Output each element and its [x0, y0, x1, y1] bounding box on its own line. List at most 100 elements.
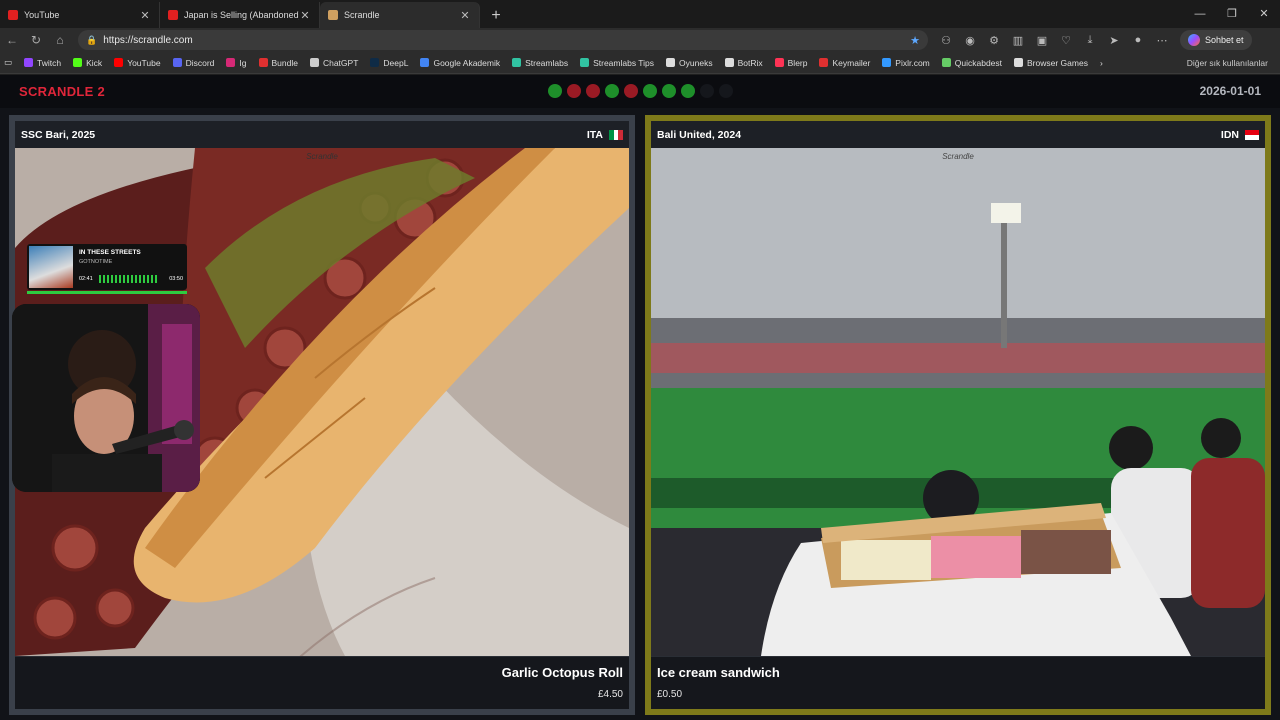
- card-footer: Ice cream sandwich £0.50: [651, 657, 1265, 709]
- bookmark-item[interactable]: Streamlabs Tips: [580, 58, 654, 68]
- streamer-webcam: [12, 304, 200, 492]
- scrandle-logo[interactable]: SCRANDLE 2: [19, 84, 105, 99]
- card-footer: Garlic Octopus Roll £4.50: [15, 657, 629, 709]
- game-date: 2026-01-01: [1199, 84, 1261, 98]
- address-bar: ← ↻ ⌂ 🔒 https://scrandle.com ★ ⚇ ◉ ⚙ ▥ ▣…: [0, 28, 1280, 52]
- album-art: [29, 246, 73, 288]
- minimize-icon[interactable]: —: [1184, 0, 1216, 28]
- tab-title: Japan is Selling (Abandoned) Hou: [184, 10, 299, 20]
- round-dot: [662, 84, 676, 98]
- apps-icon[interactable]: ▭: [4, 57, 12, 68]
- bookmark-icon: [172, 58, 182, 67]
- bookmark-item[interactable]: DeepL: [370, 58, 408, 68]
- bookmark-item[interactable]: Blerp: [774, 57, 808, 68]
- bookmark-label: Quickabdest: [954, 57, 1003, 68]
- close-icon[interactable]: ✕: [299, 9, 311, 22]
- extensions-icon[interactable]: ⚙: [982, 34, 1006, 47]
- bookmark-item[interactable]: Keymailer: [819, 58, 870, 68]
- bookmark-item[interactable]: YouTube: [114, 57, 161, 68]
- bookmark-icon: [420, 58, 430, 67]
- bookmark-icon: [666, 58, 676, 67]
- tab-strip: YouTube ✕ Japan is Selling (Abandoned) H…: [0, 0, 1280, 28]
- food-price: £0.50: [657, 689, 683, 700]
- copilot-button[interactable]: Sohbet et: [1180, 30, 1252, 50]
- scrandle-icon: [328, 10, 338, 20]
- share-icon[interactable]: ➤: [1102, 34, 1126, 47]
- close-icon[interactable]: ✕: [139, 9, 151, 22]
- bookmark-item[interactable]: Kick: [73, 58, 102, 68]
- youtube-icon: [168, 10, 178, 20]
- bookmark-label: YouTube: [127, 57, 161, 68]
- bookmark-item[interactable]: Ig: [226, 58, 247, 68]
- bookmarks-bar: ▭ Twitch Kick YouTube Discord Ig Bundle ChatGPT…: [0, 52, 1280, 74]
- tab-youtube[interactable]: YouTube ✕: [0, 2, 160, 28]
- bookmark-label: ChatGPT: [322, 57, 359, 68]
- download-icon[interactable]: ⤓: [1078, 34, 1102, 47]
- url-input[interactable]: 🔒 https://scrandle.com ★: [78, 30, 928, 50]
- restore-icon[interactable]: ❐: [1216, 0, 1248, 28]
- round-dot: [681, 84, 695, 98]
- tab-title: YouTube: [24, 10, 60, 20]
- card-source: SSC Bari, 2025: [21, 128, 96, 141]
- bookmark-icon: [941, 58, 951, 67]
- bookmark-label: Kick: [86, 57, 103, 68]
- round-dot: [624, 84, 638, 98]
- now-playing-widget: IN THESE STREETS GOTNOTIME 02:41 03:50: [27, 244, 187, 294]
- read-aloud-icon[interactable]: ◉: [958, 34, 982, 47]
- bookmark-item[interactable]: Twitch: [24, 58, 61, 68]
- favorite-star-icon[interactable]: ★: [910, 34, 920, 47]
- bookmark-label: Twitch: [37, 57, 62, 68]
- lock-icon[interactable]: 🔒: [86, 35, 97, 46]
- bookmark-label: Keymailer: [832, 57, 871, 68]
- card-header: SSC Bari, 2025 ITA: [15, 121, 629, 148]
- bookmark-label: Pixlr.com: [895, 57, 930, 68]
- close-window-icon[interactable]: ✕: [1248, 0, 1280, 28]
- song-progress-bar: [27, 291, 187, 294]
- tab-japan-video[interactable]: Japan is Selling (Abandoned) Hou ✕: [160, 2, 320, 28]
- country-code: ITA: [586, 128, 603, 141]
- scrandle-watermark: Scrandle: [942, 152, 974, 161]
- tab-scrandle[interactable]: Scrandle ✕: [320, 2, 480, 28]
- bookmark-label: Blerp: [787, 57, 808, 68]
- bookmark-item[interactable]: Pixlr.com: [882, 57, 930, 68]
- reload-icon[interactable]: ↻: [24, 33, 48, 47]
- card-source: Bali United, 2024: [657, 128, 742, 141]
- collections-icon[interactable]: ▣: [1030, 34, 1054, 47]
- food-price: £4.50: [597, 689, 623, 700]
- bookmark-item[interactable]: Bundle: [258, 58, 298, 68]
- bookmark-icon: [580, 58, 590, 67]
- bookmark-icon: [24, 58, 34, 67]
- close-icon[interactable]: ✕: [459, 9, 471, 22]
- home-icon[interactable]: ⌂: [48, 33, 72, 47]
- bookmark-item[interactable]: BotRix: [724, 58, 763, 68]
- food-card-right[interactable]: Bali United, 2024 IDN Scrandle Ice cream…: [645, 115, 1271, 715]
- bookmark-item[interactable]: Discord: [172, 57, 215, 68]
- browser-essentials-icon[interactable]: ♡: [1054, 34, 1078, 47]
- bookmark-label: Oyuneks: [679, 57, 713, 68]
- back-icon[interactable]: ←: [0, 33, 24, 47]
- bookmark-item[interactable]: Google Akademik: [420, 58, 500, 68]
- bookmark-icon: [226, 58, 236, 67]
- bookmark-label: Browser Games: [1027, 57, 1088, 68]
- bookmark-icon: [1014, 58, 1024, 67]
- song-title: IN THESE STREETS: [79, 249, 141, 256]
- bookmark-label: Streamlabs: [525, 57, 569, 68]
- other-bookmarks-folder[interactable]: Diğer sık kullanılanlar: [1187, 58, 1268, 68]
- bookmark-label: Discord: [185, 57, 215, 68]
- split-screen-icon[interactable]: ▥: [1006, 34, 1030, 47]
- bookmark-item[interactable]: Quickabdest: [941, 57, 1003, 68]
- bookmark-icon: [258, 58, 268, 67]
- game-icon[interactable]: ⚇: [934, 34, 958, 47]
- bookmark-item[interactable]: Streamlabs: [512, 58, 568, 68]
- bookmark-label: DeepL: [383, 57, 409, 68]
- bookmark-item[interactable]: Browser Games: [1014, 58, 1088, 68]
- bookmark-item[interactable]: ChatGPT: [309, 57, 359, 68]
- profile-icon[interactable]: ●: [1126, 34, 1150, 47]
- ice-cream-sandwich-photo: [651, 148, 1265, 656]
- indonesia-flag-icon: [1245, 129, 1259, 140]
- copilot-icon: [1188, 34, 1200, 46]
- new-tab-button[interactable]: +: [484, 4, 508, 28]
- more-menu-icon[interactable]: ⋯: [1150, 34, 1174, 47]
- bookmark-item[interactable]: Oyuneks: [666, 58, 713, 68]
- bookmarks-overflow-icon[interactable]: ›: [1100, 58, 1103, 68]
